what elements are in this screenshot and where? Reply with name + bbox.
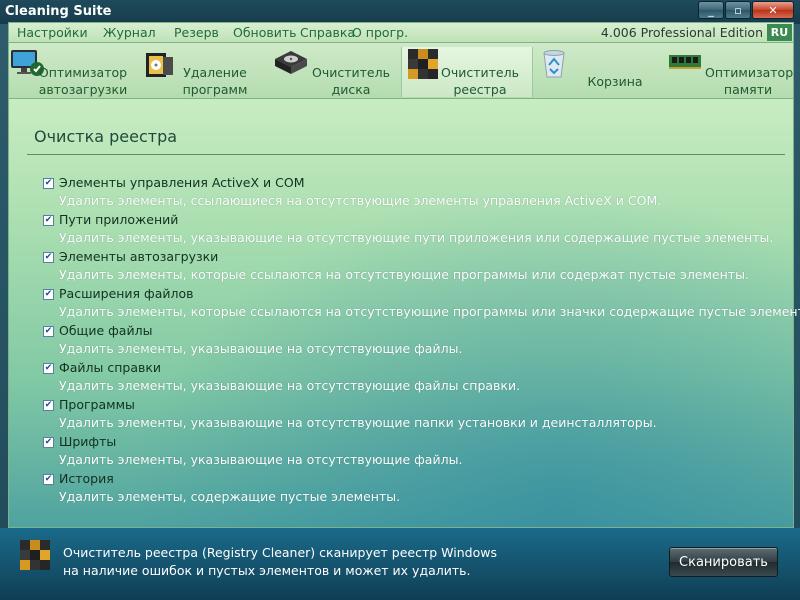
tab-label: Удаление программ bbox=[182, 65, 248, 97]
option-title: Шрифты bbox=[59, 434, 117, 449]
option-title: Пути приложений bbox=[59, 212, 179, 227]
recycle-bin-icon bbox=[543, 50, 565, 78]
registry-cubes-icon bbox=[20, 540, 50, 570]
startup-items-checkbox[interactable]: ✔ bbox=[43, 252, 54, 263]
option-description: Удалить элементы, которые ссылаются на о… bbox=[59, 267, 749, 282]
tab-label: Очиститель диска bbox=[312, 65, 390, 97]
tab-startup-optimizer[interactable]: Оптимизатор автозагрузки bbox=[9, 47, 137, 97]
option-description: Удалить элементы, которые ссылаются на о… bbox=[59, 304, 800, 319]
window-controls: _ ▫ ✕ bbox=[697, 1, 794, 19]
option-description: Удалить элементы, указывающие на отсутст… bbox=[59, 341, 463, 356]
menu-update[interactable]: Обновить bbox=[233, 25, 297, 40]
option-description: Удалить элементы, указывающие на отсутст… bbox=[59, 230, 774, 245]
section-divider bbox=[27, 154, 785, 155]
tab-label: Оптимизатор автозагрузки bbox=[38, 65, 128, 97]
edition-label: 4.006 Professional Edition bbox=[600, 25, 763, 40]
fonts-checkbox[interactable]: ✔ bbox=[43, 437, 54, 448]
tab-recycle-bin[interactable]: Корзина bbox=[535, 47, 663, 97]
software-box-icon bbox=[146, 53, 173, 77]
option-description: Удалить элементы, указывающие на отсутст… bbox=[59, 378, 521, 393]
hard-drive-icon bbox=[275, 51, 307, 74]
menu-backup[interactable]: Резерв bbox=[174, 25, 219, 40]
title-bar[interactable]: Cleaning Suite _ ▫ ✕ bbox=[0, 0, 800, 24]
footer-bar: Очиститель реестра (Registry Cleaner) ск… bbox=[0, 528, 800, 600]
option-title: Расширения файлов bbox=[59, 286, 194, 301]
option-title: Элементы управления ActiveX и COM bbox=[59, 175, 305, 190]
menu-settings[interactable]: Настройки bbox=[17, 25, 88, 40]
option-title: Элементы автозагрузки bbox=[59, 249, 219, 264]
footer-description: Очиститель реестра (Registry Cleaner) ск… bbox=[63, 545, 497, 578]
window-title: Cleaning Suite bbox=[5, 4, 112, 19]
history-checkbox[interactable]: ✔ bbox=[43, 474, 54, 485]
registry-cubes-icon bbox=[408, 49, 438, 79]
tab-uninstall[interactable]: Удаление программ bbox=[139, 47, 267, 97]
registry-cleaning-panel: Очистка реестра ✔ Элементы управления Ac… bbox=[8, 98, 800, 528]
menu-about[interactable]: О прогр. bbox=[352, 25, 408, 40]
option-title: Программы bbox=[59, 397, 135, 412]
maximize-button[interactable]: ▫ bbox=[725, 1, 751, 19]
option-description: Удалить элементы, указывающие на отсутст… bbox=[59, 415, 657, 430]
option-description: Удалить элементы, ссылающиеся на отсутст… bbox=[59, 193, 662, 208]
option-title: Общие файлы bbox=[59, 323, 153, 338]
option-title: История bbox=[59, 471, 114, 486]
menu-log[interactable]: Журнал bbox=[103, 25, 156, 40]
memory-module-icon bbox=[669, 55, 701, 69]
menu-bar: Настройки Журнал Резерв Обновить Справка… bbox=[8, 22, 794, 43]
programs-checkbox[interactable]: ✔ bbox=[43, 400, 54, 411]
scan-button[interactable]: Сканировать bbox=[669, 547, 778, 577]
section-title: Очистка реестра bbox=[34, 127, 178, 146]
tab-label: Очиститель реестра bbox=[441, 65, 519, 97]
close-button[interactable]: ✕ bbox=[752, 1, 794, 19]
tab-registry-cleaner[interactable]: Очиститель реестра bbox=[401, 47, 533, 97]
help-files-checkbox[interactable]: ✔ bbox=[43, 363, 54, 374]
tab-memory-optimizer[interactable]: Оптимизатор памяти bbox=[667, 47, 793, 97]
minimize-button[interactable]: _ bbox=[698, 1, 724, 19]
shared-files-checkbox[interactable]: ✔ bbox=[43, 326, 54, 337]
tab-bar: Оптимизатор автозагрузки Удаление програ… bbox=[8, 43, 794, 98]
option-title: Файлы справки bbox=[59, 360, 162, 375]
language-badge[interactable]: RU bbox=[767, 24, 792, 41]
activex-com-checkbox[interactable]: ✔ bbox=[43, 178, 54, 189]
menu-help[interactable]: Справка bbox=[300, 25, 355, 40]
tab-label: Оптимизатор памяти bbox=[705, 65, 794, 97]
app-window: Cleaning Suite _ ▫ ✕ Настройки Журнал Ре… bbox=[0, 0, 800, 600]
tab-label: Корзина bbox=[587, 74, 643, 89]
option-description: Удалить элементы, указывающие на отсутст… bbox=[59, 452, 463, 467]
app-paths-checkbox[interactable]: ✔ bbox=[43, 215, 54, 226]
file-extensions-checkbox[interactable]: ✔ bbox=[43, 289, 54, 300]
tab-disk-cleaner[interactable]: Очиститель диска bbox=[271, 47, 399, 97]
option-description: Удалить элементы, содержащие пустые элем… bbox=[59, 489, 401, 504]
